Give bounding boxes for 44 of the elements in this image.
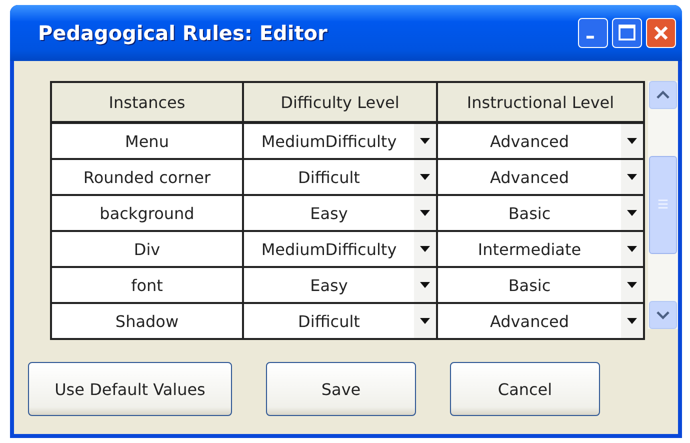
dropdown[interactable]: MediumDifficulty	[244, 124, 436, 158]
dropdown[interactable]: Basic	[438, 268, 643, 302]
column-header: Difficulty Level	[243, 82, 437, 122]
table-cell: Menu	[51, 122, 243, 159]
scroll-up-button[interactable]	[649, 81, 677, 109]
dropdown-arrow-icon	[627, 138, 637, 144]
dropdown[interactable]: Difficult	[244, 304, 436, 338]
dropdown-arrow-icon	[627, 174, 637, 180]
dropdown-arrow-icon	[420, 138, 430, 144]
table-cell: font	[51, 267, 243, 303]
column-header: Instructional Level	[437, 82, 644, 122]
dropdown-arrow-icon	[420, 174, 430, 180]
dialog-button[interactable]: Use Default Values	[28, 362, 232, 416]
dialog-button[interactable]: Cancel	[450, 362, 600, 416]
dropdown[interactable]: Advanced	[438, 304, 643, 338]
dropdown[interactable]: Intermediate	[438, 232, 643, 266]
maximize-button[interactable]	[612, 18, 642, 48]
table-cell: Rounded corner	[51, 159, 243, 195]
dropdown-arrow-icon	[627, 282, 637, 288]
dropdown-arrow-icon	[627, 210, 637, 216]
dialog-button[interactable]: Save	[266, 362, 416, 416]
table-cell: Div	[51, 231, 243, 267]
table-cell: background	[51, 195, 243, 231]
minimize-button[interactable]	[578, 18, 608, 48]
scroll-down-button[interactable]	[649, 301, 677, 329]
dropdown-arrow-icon	[627, 246, 637, 252]
window-title: Pedagogical Rules: Editor	[38, 21, 328, 45]
dropdown[interactable]: Difficult	[244, 160, 436, 194]
column-header: Instances	[51, 82, 243, 122]
scrollbar[interactable]	[648, 81, 678, 329]
dropdown-arrow-icon	[420, 210, 430, 216]
dropdown[interactable]: Advanced	[438, 124, 643, 158]
dropdown-arrow-icon	[420, 246, 430, 252]
close-button[interactable]	[646, 18, 676, 48]
dropdown-arrow-icon	[420, 282, 430, 288]
dropdown[interactable]: Basic	[438, 196, 643, 230]
dropdown-arrow-icon	[627, 318, 637, 324]
dropdown[interactable]: MediumDifficulty	[244, 232, 436, 266]
dropdown[interactable]: Easy	[244, 268, 436, 302]
dropdown[interactable]: Easy	[244, 196, 436, 230]
dropdown[interactable]: Advanced	[438, 160, 643, 194]
table-cell: Shadow	[51, 303, 243, 339]
scroll-thumb[interactable]	[649, 156, 677, 254]
dropdown-arrow-icon	[420, 318, 430, 324]
